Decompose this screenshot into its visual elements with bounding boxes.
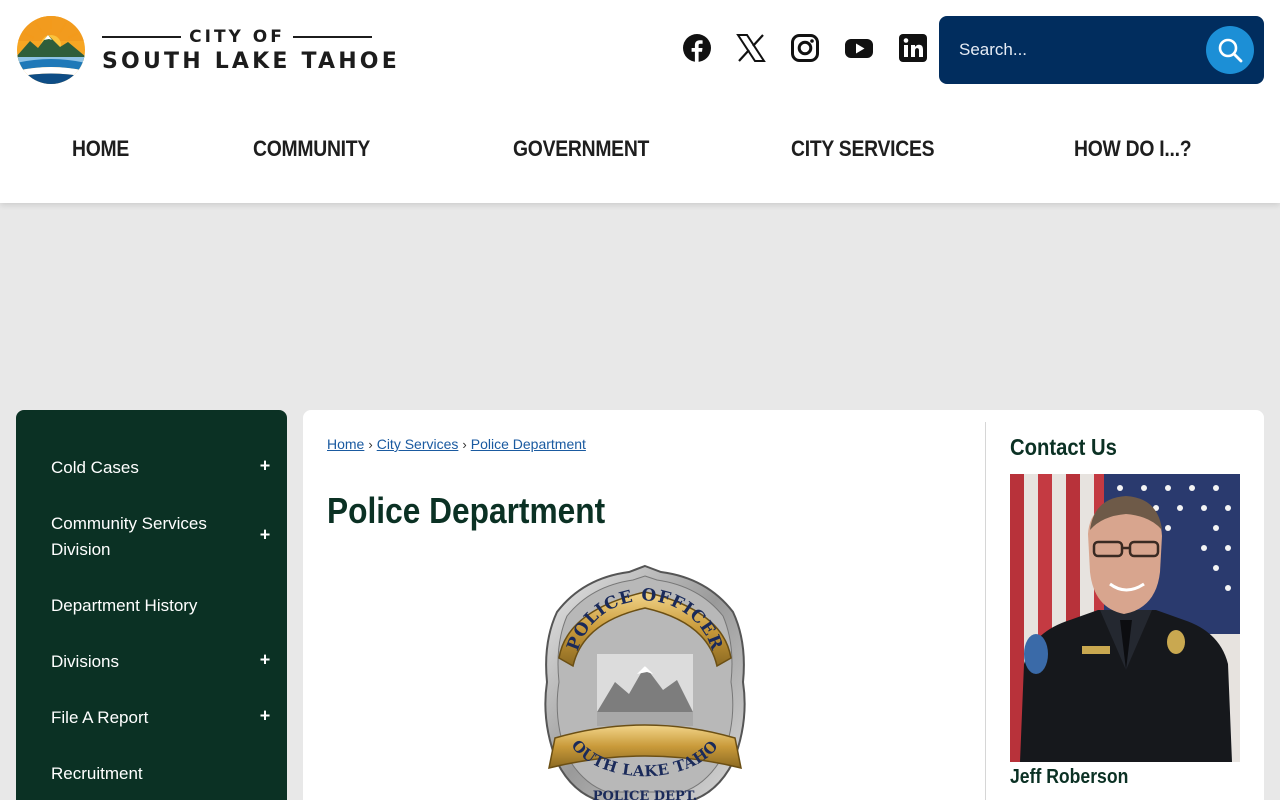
sidebar-item-label: Cold Cases bbox=[51, 458, 139, 477]
search-bar bbox=[939, 16, 1264, 84]
social-links bbox=[682, 33, 928, 63]
expand-plus-icon[interactable]: + bbox=[257, 452, 273, 478]
nav-item-city-services[interactable]: CITY SERVICES bbox=[791, 136, 935, 162]
site-logo[interactable]: CITY OF SOUTH LAKE TAHOE bbox=[16, 15, 400, 85]
breadcrumb-police-department-link[interactable]: Police Department bbox=[471, 436, 586, 452]
logo-top-text: CITY OF bbox=[189, 26, 285, 47]
sidebar-item-label: Divisions bbox=[51, 652, 120, 671]
breadcrumb-separator: › bbox=[462, 436, 467, 452]
page-title: Police Department bbox=[327, 490, 606, 531]
sidebar-item-divisions[interactable]: Divisions + bbox=[16, 634, 287, 690]
sidebar-item-label: File A Report bbox=[51, 708, 149, 727]
sidebar-item-label: Department History bbox=[51, 596, 198, 615]
nav-item-home[interactable]: HOME bbox=[72, 136, 129, 162]
instagram-icon[interactable] bbox=[790, 33, 820, 63]
expand-plus-icon[interactable]: + bbox=[257, 521, 273, 547]
svg-text:POLICE DEPT.: POLICE DEPT. bbox=[593, 789, 698, 800]
expand-plus-icon[interactable]: + bbox=[257, 702, 273, 728]
sidebar-item-label: Community Services Division bbox=[51, 514, 207, 559]
sidebar-item-file-a-report[interactable]: File A Report + bbox=[16, 690, 287, 746]
sidebar-menu: Cold Cases + Community Services Division… bbox=[16, 410, 287, 800]
logo-rule bbox=[292, 35, 373, 38]
lake-mountain-emblem-icon bbox=[17, 16, 85, 84]
sidebar-item-cold-cases[interactable]: Cold Cases + bbox=[16, 440, 287, 496]
search-button[interactable] bbox=[1206, 26, 1254, 74]
breadcrumb-separator: › bbox=[368, 436, 373, 452]
column-divider bbox=[985, 422, 986, 800]
police-chief-photo[interactable] bbox=[1010, 474, 1240, 762]
logo-city-of: CITY OF bbox=[102, 26, 373, 47]
sidebar-item-label: Recruitment bbox=[51, 764, 143, 783]
site-header: CITY OF SOUTH LAKE TAHOE HOME COMMUNI bbox=[0, 0, 1280, 203]
contact-name: Jeff Roberson bbox=[1010, 766, 1129, 788]
breadcrumb-home-link[interactable]: Home bbox=[327, 436, 364, 452]
sidebar-item-recruitment[interactable]: Recruitment bbox=[16, 746, 287, 800]
facebook-icon[interactable] bbox=[682, 33, 712, 63]
sidebar-item-department-history[interactable]: Department History bbox=[16, 578, 287, 634]
logo-city-name: SOUTH LAKE TAHOE bbox=[102, 48, 400, 74]
contact-us-heading: Contact Us bbox=[1010, 434, 1117, 460]
nav-item-government[interactable]: GOVERNMENT bbox=[513, 136, 649, 162]
breadcrumb-city-services-link[interactable]: City Services bbox=[377, 436, 459, 452]
youtube-icon[interactable] bbox=[844, 33, 874, 63]
sidebar-item-community-services-division[interactable]: Community Services Division + bbox=[16, 496, 287, 578]
main-content: Home › City Services › Police Department… bbox=[303, 410, 1264, 800]
expand-plus-icon[interactable]: + bbox=[257, 646, 273, 672]
breadcrumb: Home › City Services › Police Department bbox=[327, 436, 586, 452]
x-icon[interactable] bbox=[736, 33, 766, 63]
nav-item-community[interactable]: COMMUNITY bbox=[253, 136, 370, 162]
logo-wordmark: CITY OF SOUTH LAKE TAHOE bbox=[102, 26, 400, 74]
police-badge-image: POLICE OFFICER SOUTH LAKE TAHOE POLICE D… bbox=[537, 562, 746, 800]
main-navigation: HOME COMMUNITY GOVERNMENT CITY SERVICES … bbox=[0, 110, 1280, 190]
linkedin-icon[interactable] bbox=[898, 33, 928, 63]
search-icon bbox=[1218, 38, 1243, 63]
search-input[interactable] bbox=[949, 30, 1199, 70]
nav-item-how-do-i[interactable]: HOW DO I...? bbox=[1074, 136, 1192, 162]
logo-rule bbox=[102, 35, 182, 38]
